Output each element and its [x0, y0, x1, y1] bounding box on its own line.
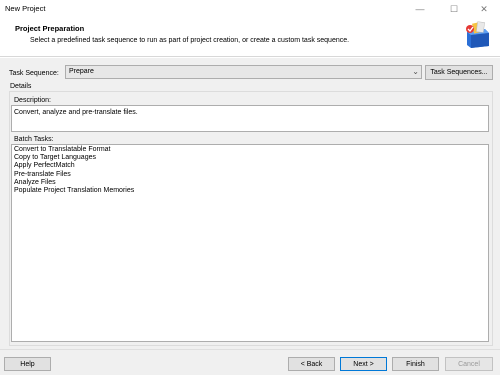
maximize-icon: ☐ — [449, 3, 459, 14]
page-title: Project Preparation — [15, 24, 85, 33]
list-item[interactable]: Apply PerfectMatch — [14, 162, 486, 170]
minimize-icon: — — [415, 4, 425, 14]
minimize-button[interactable]: — — [404, 0, 436, 18]
details-label: Details — [10, 83, 32, 90]
task-sequences-button[interactable]: Task Sequences... — [425, 65, 493, 80]
cancel-button[interactable]: Cancel — [445, 357, 493, 371]
description-label: Description: — [14, 97, 51, 104]
batch-tasks-label: Batch Tasks: — [14, 136, 54, 143]
window-title: New Project — [5, 4, 46, 13]
list-item[interactable]: Populate Project Translation Memories — [14, 187, 486, 195]
project-wizard-icon — [466, 21, 489, 48]
list-item[interactable]: Copy to Target Languages — [14, 154, 486, 162]
back-button[interactable]: < Back — [288, 357, 335, 371]
help-button[interactable]: Help — [4, 357, 51, 371]
wizard-header: Project Preparation Select a predefined … — [0, 18, 500, 57]
finish-button[interactable]: Finish — [392, 357, 439, 371]
description-field[interactable]: Convert, analyze and pre-translate files… — [11, 105, 489, 132]
task-sequence-select[interactable]: Prepare ⌄ — [65, 65, 422, 79]
window-titlebar: New Project — ☐ ✕ — [0, 0, 500, 18]
list-item[interactable]: Analyze Files — [14, 179, 486, 187]
close-icon: ✕ — [480, 3, 488, 14]
list-item[interactable]: Pre-translate Files — [14, 171, 486, 179]
list-item[interactable]: Convert to Translatable Format — [14, 146, 486, 154]
task-sequence-label: Task Sequence: — [9, 70, 59, 77]
batch-tasks-list[interactable]: Convert to Translatable Format Copy to T… — [11, 144, 489, 342]
wizard-footer: Help < Back Next > Finish Cancel — [0, 349, 500, 375]
chevron-down-icon: ⌄ — [412, 67, 419, 76]
page-description: Select a predefined task sequence to run… — [30, 37, 350, 44]
wizard-content: Task Sequence: Prepare ⌄ Task Sequences.… — [0, 58, 500, 349]
task-sequence-value: Prepare — [69, 68, 94, 75]
close-button[interactable]: ✕ — [468, 0, 500, 18]
maximize-button[interactable]: ☐ — [438, 0, 470, 18]
next-button[interactable]: Next > — [340, 357, 387, 371]
